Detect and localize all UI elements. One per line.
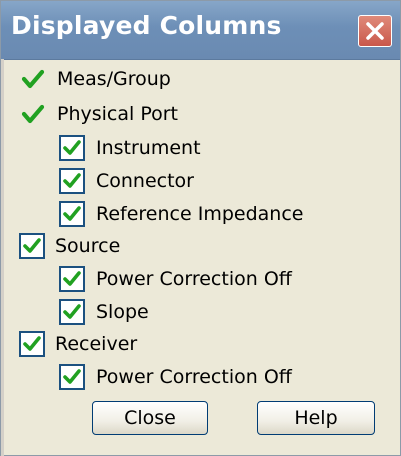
checkbox[interactable]: [59, 299, 85, 325]
checkmark-icon: [63, 271, 81, 286]
checkmark-icon[interactable]: [21, 102, 45, 126]
list-item-receiver[interactable]: Receiver: [19, 328, 137, 360]
list-item-slope[interactable]: Slope: [59, 296, 149, 328]
checkmark-icon: [63, 173, 81, 188]
list-item-physical-port[interactable]: Physical Port: [21, 98, 178, 130]
checkbox[interactable]: [19, 331, 45, 357]
list-item-meas-group[interactable]: Meas/Group: [21, 63, 171, 95]
item-label: Connector: [96, 170, 194, 192]
item-label: Receiver: [55, 333, 138, 355]
checkmark-icon: [23, 238, 41, 253]
list-item-connector[interactable]: Connector: [59, 165, 194, 197]
checkmark-icon: [63, 206, 81, 221]
displayed-columns-dialog: Displayed Columns Meas/Group Physical Po…: [0, 0, 401, 456]
title-bar[interactable]: Displayed Columns: [1, 1, 400, 60]
checkmark-icon: [63, 140, 81, 155]
checkbox[interactable]: [59, 201, 85, 227]
checkbox[interactable]: [19, 233, 45, 259]
item-label: Source: [55, 235, 121, 257]
list-item-instrument[interactable]: Instrument: [59, 132, 201, 164]
item-label: Power Correction Off: [96, 366, 292, 388]
list-item-receiver-power-correction-off[interactable]: Power Correction Off: [59, 361, 292, 393]
checkbox[interactable]: [59, 266, 85, 292]
item-label: Slope: [96, 301, 149, 323]
item-label: Physical Port: [57, 103, 178, 125]
close-button[interactable]: Close: [92, 401, 208, 435]
close-x-icon[interactable]: [358, 15, 392, 47]
checkmark-icon[interactable]: [21, 67, 45, 91]
checkmark-icon: [63, 369, 81, 384]
checkmark-icon: [63, 304, 81, 319]
checkbox[interactable]: [59, 135, 85, 161]
list-item-reference-impedance[interactable]: Reference Impedance: [59, 198, 303, 230]
item-label: Instrument: [96, 137, 201, 159]
help-button[interactable]: Help: [257, 401, 375, 435]
item-label: Meas/Group: [57, 68, 171, 90]
dialog-title: Displayed Columns: [11, 11, 282, 40]
checkbox[interactable]: [59, 168, 85, 194]
list-item-source-power-correction-off[interactable]: Power Correction Off: [59, 263, 292, 295]
item-label: Reference Impedance: [96, 203, 304, 225]
dialog-left-edge: [1, 59, 4, 456]
list-item-source[interactable]: Source: [19, 230, 120, 262]
checkbox[interactable]: [59, 364, 85, 390]
checkmark-icon: [23, 336, 41, 351]
item-label: Power Correction Off: [96, 268, 292, 290]
